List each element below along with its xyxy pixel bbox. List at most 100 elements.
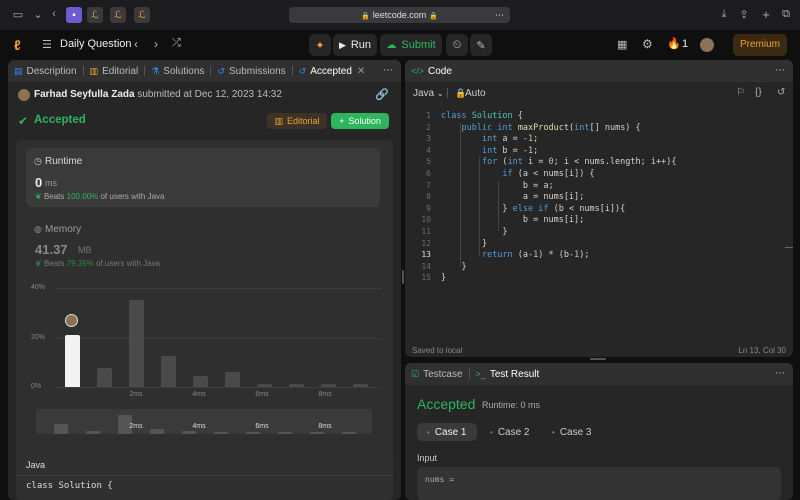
code-line[interactable]: }	[441, 239, 487, 251]
bookmark-icon[interactable]: ⚐	[736, 87, 745, 98]
debug-icon[interactable]: ✦	[309, 34, 331, 56]
code-line[interactable]: public int maxProduct(int[] nums) {	[441, 123, 640, 135]
post-solution-button[interactable]: + Solution	[331, 113, 389, 129]
code-line[interactable]: a = nums[i];	[441, 192, 584, 204]
code-line[interactable]: int b = -1;	[441, 146, 538, 158]
back-icon[interactable]: ‹	[46, 8, 62, 20]
link-icon[interactable]: 🔗	[375, 88, 389, 101]
horizontal-resize-handle[interactable]	[590, 358, 606, 360]
problem-list-link[interactable]: Daily Question	[60, 38, 132, 50]
leetcode-tab-icon[interactable]: ℒ	[87, 7, 103, 23]
sidebar-icon[interactable]: ▭	[10, 8, 26, 21]
chart-bar[interactable]	[160, 356, 176, 387]
code-line[interactable]: } else if (b < nums[i]){	[441, 204, 625, 216]
chart-bar[interactable]	[192, 375, 208, 387]
runtime-label: Runtime	[45, 156, 83, 167]
leetcode-tab-icon[interactable]: ℒ	[110, 7, 126, 23]
prev-problem-icon[interactable]: ‹	[134, 37, 138, 51]
case-tab-2[interactable]: • Case 2	[480, 423, 540, 441]
input-label: Input	[417, 453, 438, 463]
chart-gridline	[56, 387, 381, 388]
code-editor[interactable]: 1 class Solution {2 public int maxProduct…	[405, 111, 793, 291]
chart-bar[interactable]	[352, 383, 368, 387]
premium-button[interactable]: Premium	[733, 34, 787, 56]
notes-icon[interactable]: ✎	[470, 34, 492, 56]
code-line[interactable]: int a = -1;	[441, 134, 538, 146]
tab-code[interactable]: </> Code	[405, 66, 458, 77]
layout-icon[interactable]: ▦	[617, 38, 627, 51]
description-icon: ▤	[14, 65, 23, 76]
line-number: 1	[426, 111, 431, 120]
lock-icon: 🔒	[361, 13, 370, 20]
tab-accepted[interactable]: ↺ Accepted ✕	[293, 66, 372, 77]
tab-group-icon[interactable]: ▪	[66, 7, 82, 23]
share-icon[interactable]: ⇪	[736, 8, 752, 21]
format-braces-icon[interactable]: {}	[755, 87, 762, 98]
chart-bar[interactable]	[128, 300, 144, 387]
tab-solutions[interactable]: ⚗ Solutions	[145, 66, 210, 77]
url-text: leetcode.com	[372, 10, 427, 20]
dot-icon: •	[490, 427, 493, 437]
code-line[interactable]: }	[441, 273, 446, 285]
code-line[interactable]: return (a-1) * (b-1);	[441, 250, 590, 262]
chart-gridline	[56, 337, 381, 339]
scrollbar-thumb[interactable]	[785, 247, 793, 248]
chevron-down-icon[interactable]: ⌄	[30, 8, 46, 21]
memory-card[interactable]: ◍ Memory 41.37 MB ❦ Beats 79.35% of user…	[26, 214, 380, 274]
more-icon[interactable]: ⋯	[495, 7, 504, 23]
more-icon[interactable]: ⋯	[383, 65, 393, 76]
tab-testcase[interactable]: ☑ Testcase	[405, 369, 469, 380]
chart-range-selector[interactable]: 2ms 4ms 6ms 8ms	[36, 409, 372, 434]
run-button[interactable]: ▶ Run	[333, 34, 377, 56]
case-tab-1[interactable]: • Case 1	[417, 423, 477, 441]
line-number: 12	[421, 238, 431, 248]
reset-icon[interactable]: ↺	[777, 87, 785, 98]
more-icon[interactable]: ⋯	[775, 65, 785, 76]
author-avatar[interactable]	[18, 89, 30, 101]
runtime-card[interactable]: ◷ Runtime 0 ms ❦ Beats 100.00% of users …	[26, 148, 380, 207]
more-icon[interactable]: ⋯	[775, 368, 785, 379]
code-line[interactable]: b = nums[i];	[441, 215, 584, 227]
tab-description[interactable]: ▤ Description	[8, 66, 83, 77]
shuffle-icon[interactable]: ⤮	[172, 37, 181, 50]
code-line[interactable]: }	[441, 262, 466, 274]
chart-bar[interactable]	[256, 383, 272, 387]
chart-bar[interactable]	[288, 383, 304, 387]
editorial-button[interactable]: ▥ Editorial	[267, 113, 327, 129]
close-icon[interactable]: ✕	[357, 66, 365, 77]
language-select[interactable]: Java ⌄	[413, 88, 444, 99]
new-tab-icon[interactable]: +	[758, 7, 774, 22]
chart-bar[interactable]	[224, 372, 240, 387]
submit-button[interactable]: ☁ Submit	[380, 34, 442, 56]
url-bar[interactable]: 🔒 leetcode.com 🔒 ⋯	[289, 7, 510, 23]
case-tab-3[interactable]: • Case 3	[542, 423, 602, 441]
leaf-icon: ❦	[35, 259, 42, 268]
chart-bar[interactable]	[96, 368, 112, 387]
auto-mode[interactable]: Auto	[465, 88, 486, 99]
fire-icon[interactable]: 🔥	[667, 37, 681, 50]
list-icon[interactable]: ☰	[42, 38, 52, 51]
avatar[interactable]	[700, 38, 714, 52]
memory-value: 41.37	[35, 242, 68, 257]
code-line[interactable]: for (int i = 0; i < nums.length; i++){	[441, 157, 677, 169]
leetcode-logo-icon[interactable]: ℓ	[14, 37, 21, 53]
leetcode-tab-icon[interactable]: ℒ	[134, 7, 150, 23]
tab-test-result[interactable]: >_ Test Result	[470, 369, 546, 380]
vertical-resize-handle[interactable]	[402, 270, 404, 284]
tab-editorial[interactable]: ▥ Editorial	[84, 66, 145, 77]
mini-bar	[310, 431, 324, 434]
code-line[interactable]: if (a < nums[i]) {	[441, 169, 594, 181]
tab-submissions[interactable]: ↺ Submissions	[211, 66, 291, 77]
code-line[interactable]: class Solution {	[441, 111, 523, 123]
gear-icon[interactable]: ⚙	[642, 37, 653, 51]
chart-bar[interactable]	[320, 383, 336, 387]
tabs-overview-icon[interactable]: ⧉	[778, 8, 794, 21]
timer-icon[interactable]: ⏲	[446, 34, 468, 56]
streak-count[interactable]: 1	[682, 38, 688, 50]
line-number: 9	[426, 203, 431, 213]
solution-label: Solution	[348, 116, 381, 126]
chart-bar[interactable]	[64, 335, 80, 387]
next-problem-icon[interactable]: ›	[154, 37, 158, 51]
download-icon[interactable]: ⤓	[716, 8, 732, 21]
author-name[interactable]: Farhad Seyfulla Zada	[34, 89, 135, 100]
